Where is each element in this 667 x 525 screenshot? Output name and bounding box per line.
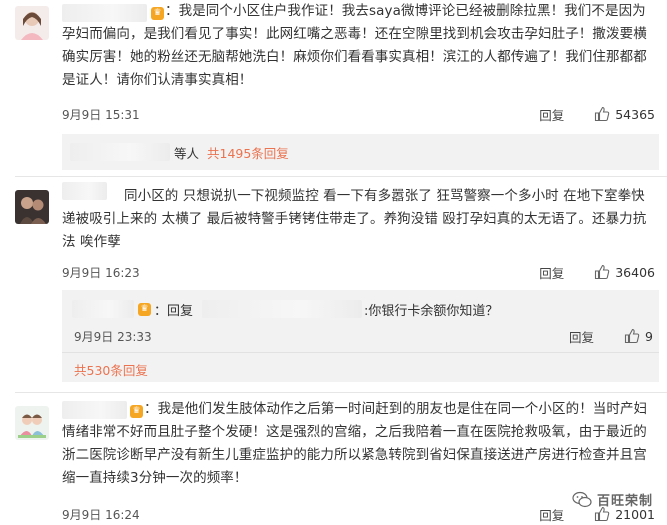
comment-text-line-1: ：我是同个小区住户我作证！我去saya微博评论已经被删除拉黑！我们不是因为 [165, 3, 646, 19]
comment-actions: 回复 54365 [539, 104, 655, 124]
divider [62, 352, 659, 353]
divider [15, 392, 667, 393]
comment-date: 9月9日 16:24 [62, 508, 140, 522]
vip-badge-icon: ♛ [151, 7, 164, 20]
like-count: 36406 [615, 264, 655, 280]
avatar-image [15, 190, 49, 224]
comment-text-line-4: 是证人！请你们认清事实真相！ [62, 72, 253, 88]
divider [15, 176, 667, 177]
view-more-replies-link[interactable]: 共530条回复 [74, 360, 148, 379]
username-blurred[interactable] [62, 4, 147, 22]
reply-button[interactable]: 回复 [569, 327, 594, 346]
like-count: 54365 [615, 106, 655, 122]
comment-2: 同小区的 只想说扒一下视频监控 看一下有多嚣张了 狂骂警察一个多小时 在地下室拳… [0, 178, 667, 388]
comment-text-line-3: 确实厉害！她的粉丝还无脑帮她洗白！麻烦你们看看事实真相！滨江的人都传遍了！我们住… [62, 49, 647, 65]
comment-text-line-2: 孕妇而偏向，是我们看见了事实！此网红嘴之恶毒！还在空隙里找到机会攻击孕妇肚子！撒… [62, 26, 647, 42]
comment-text-line-3: 法 唉作孽 [62, 234, 121, 250]
avatar[interactable] [15, 406, 49, 440]
reply-button[interactable]: 回复 [539, 263, 564, 282]
reply-button[interactable]: 回复 [539, 105, 564, 124]
comment-text-line-3: 浙二医院诊断早产没有新生儿重症监护的能力所以紧急转院到省妇保直接送进产房进行检查… [62, 447, 647, 463]
vip-badge-icon: ♛ [138, 303, 151, 316]
reply-summary-box: 等人 共1495条回复 [62, 134, 659, 170]
thumbs-up-icon [595, 264, 610, 280]
reply-prefix: ：回复 [154, 304, 194, 319]
like-button[interactable]: 36406 [594, 264, 655, 280]
view-more-replies-link[interactable]: 共1495条回复 [207, 143, 289, 162]
comment-date: 9月9日 15:31 [62, 108, 140, 122]
avatar-image [15, 6, 49, 40]
username-blurred[interactable] [62, 182, 107, 200]
comment-text-line-1: ：我是他们发生肢体动作之后第一时间赶到的朋友也是住在同一个小区的！当时产妇 [144, 401, 648, 417]
reply-box: ♛ ：回复 :你银行卡余额你知道？ 9月9日 23:33 回复 9 共530条回… [62, 290, 659, 382]
watermark-text: 百旺荣制 [596, 494, 653, 509]
thumbs-up-icon [595, 106, 610, 122]
comment-text-line-4: 缩一直持续3分钟一次的频率！ [62, 470, 248, 486]
reply-summary-others: 等人 [174, 146, 200, 161]
comment-1: ♛ ：我是同个小区住户我作证！我去saya微博评论已经被删除拉黑！我们不是因为 … [0, 0, 667, 170]
reply-text: :你银行卡余额你知道？ [364, 304, 499, 319]
reply-date: 9月9日 23:33 [74, 330, 152, 344]
reply-target-blurred[interactable] [202, 300, 362, 318]
like-button[interactable]: 9 [624, 328, 653, 344]
reply-button[interactable]: 回复 [539, 505, 564, 524]
vip-badge-icon: ♛ [130, 405, 143, 418]
like-button[interactable]: 54365 [594, 106, 655, 122]
avatar[interactable] [15, 6, 49, 40]
comment-3: ♛ ：我是他们发生肢体动作之后第一时间赶到的朋友也是住在同一个小区的！当时产妇 … [0, 396, 667, 525]
avatar-image [15, 406, 49, 440]
reply-actions: 回复 9 [569, 326, 653, 346]
comment-text-line-2: 递被吸引上来的 太横了 最后被特警手铐铐住带走了。养狗没错 殴打孕妇真的太无语了… [62, 211, 647, 227]
comment-text-line-2: 情绪非常不好而且肚子整个发硬！这是强烈的宫缩，之后我陪着一直在医院抢救吸氧，由于… [62, 424, 647, 440]
comment-text-line-1: 同小区的 只想说扒一下视频监控 看一下有多嚣张了 狂骂警察一个多小时 在地下室拳… [124, 188, 645, 204]
like-count: 9 [645, 328, 653, 344]
replier-name-blurred[interactable] [72, 300, 134, 318]
avatar[interactable] [15, 190, 49, 224]
comment-date: 9月9日 16:23 [62, 266, 140, 280]
watermark: 百旺荣制 [572, 490, 653, 509]
replier-names-blurred [70, 143, 170, 161]
thumbs-up-icon [624, 328, 640, 344]
username-blurred[interactable] [62, 401, 127, 419]
comment-actions: 回复 36406 [539, 262, 655, 282]
wechat-icon [572, 491, 592, 507]
